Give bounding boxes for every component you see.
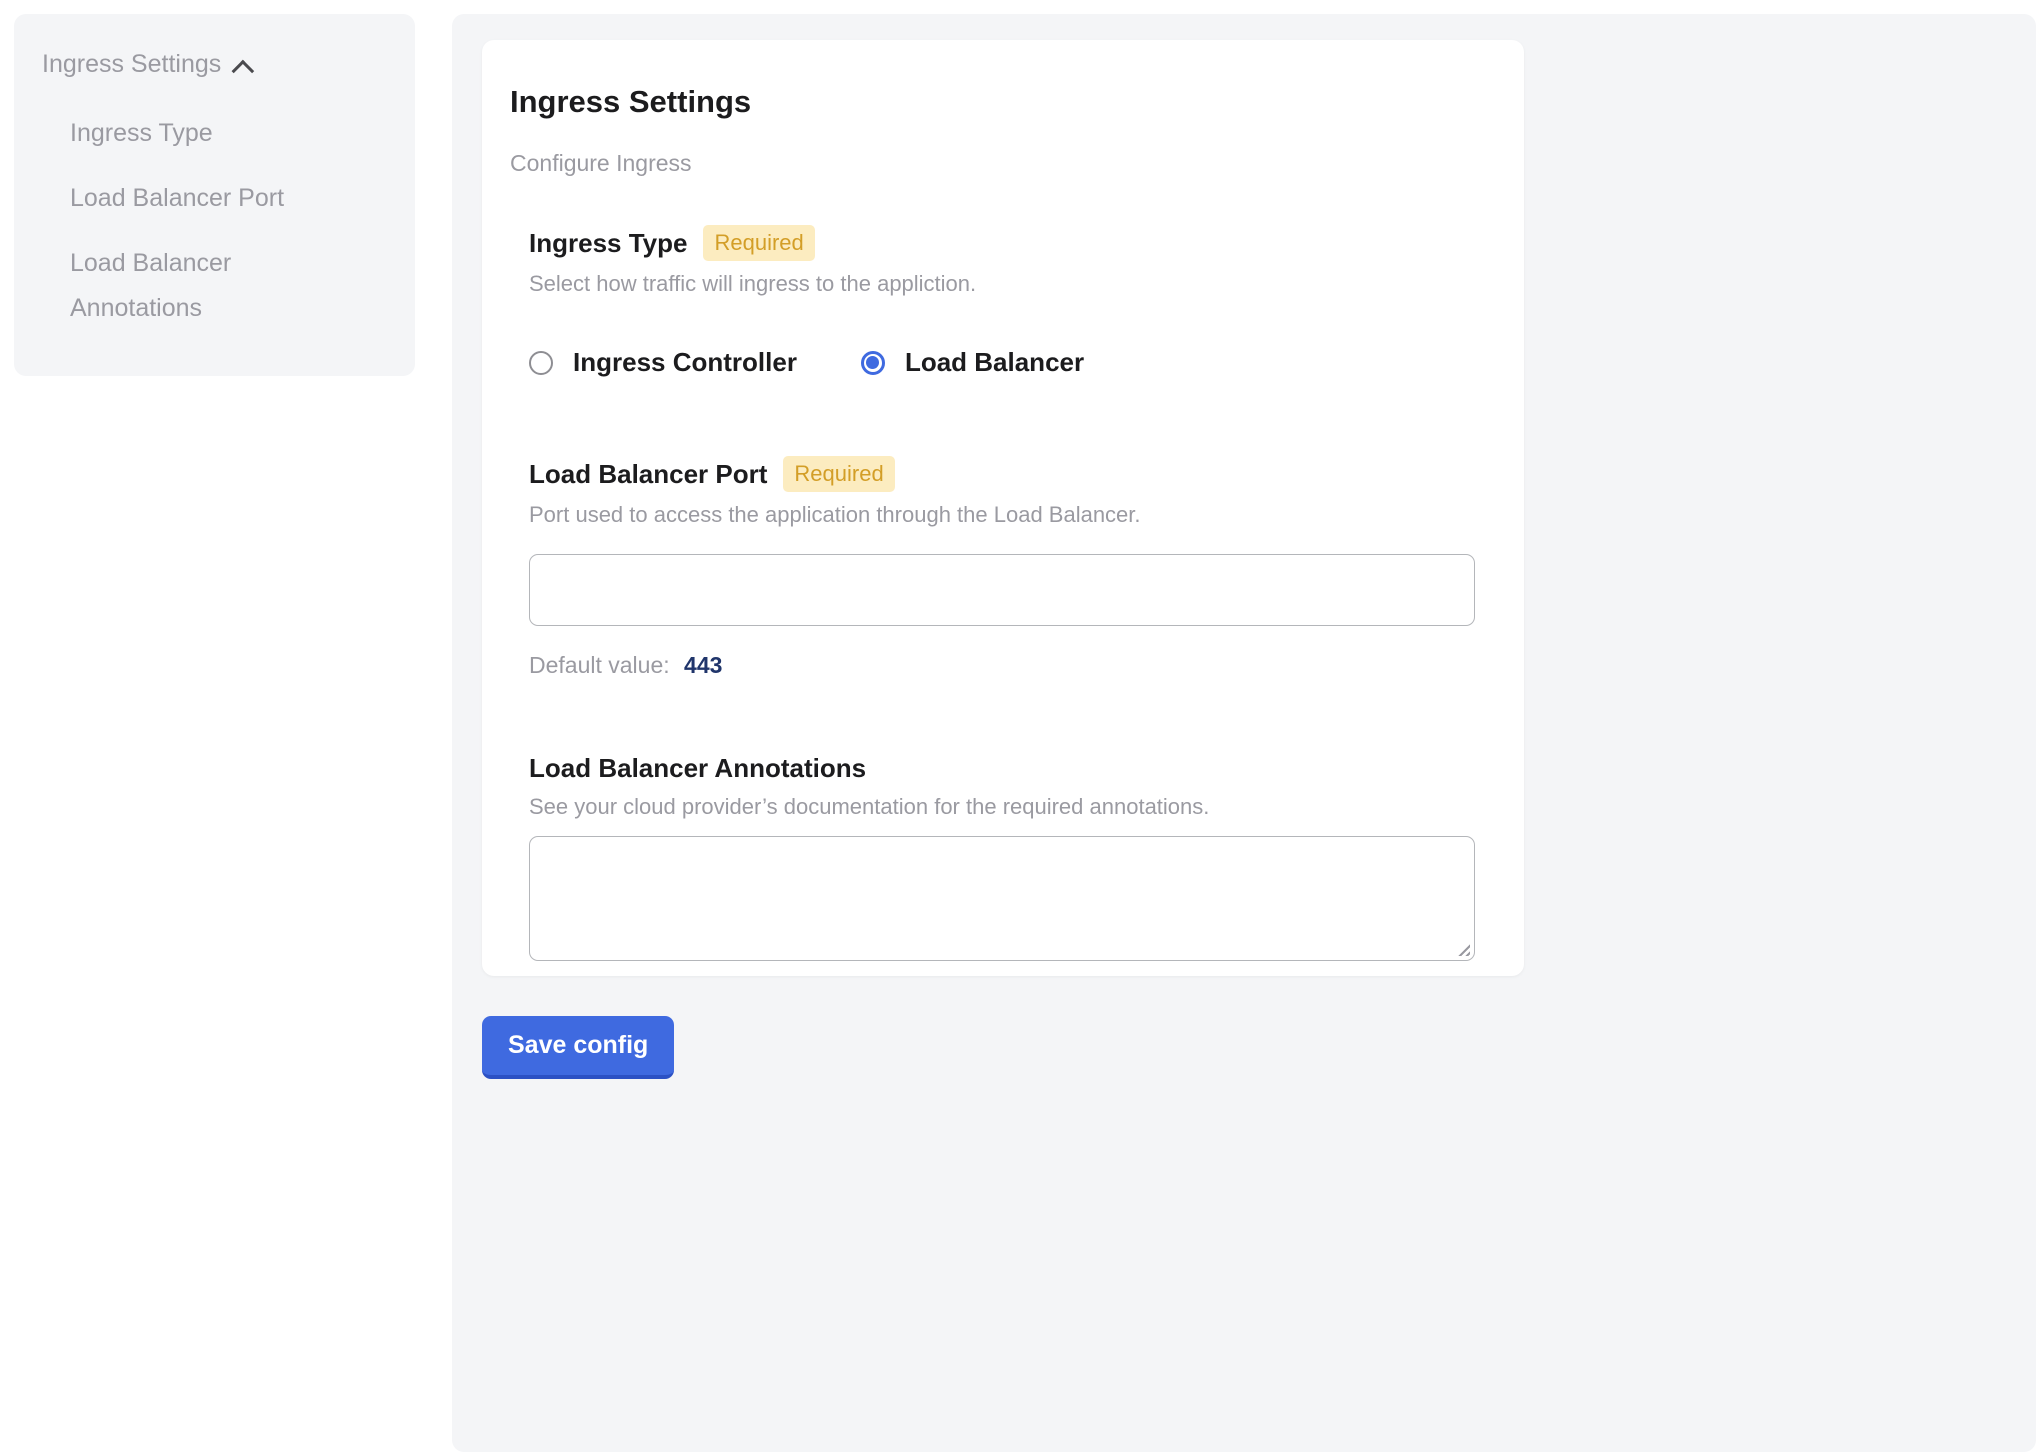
ingress-type-label: Ingress Type (529, 228, 687, 259)
sidebar-items: Ingress Type Load Balancer Port Load Bal… (70, 111, 350, 331)
load-balancer-annotations-field (529, 836, 1475, 961)
ingress-type-header: Ingress Type Required (529, 225, 1496, 261)
ingress-type-options: Ingress Controller Load Balancer (529, 347, 1496, 378)
settings-nav-sidebar: Ingress Settings Ingress Type Load Balan… (14, 14, 415, 376)
radio-label-load-balancer: Load Balancer (905, 347, 1084, 378)
radio-option-ingress-controller[interactable]: Ingress Controller (529, 347, 797, 378)
sidebar-item-load-balancer-annotations[interactable]: Load Balancer Annotations (70, 241, 350, 331)
content-panel: Ingress Settings Configure Ingress Ingre… (452, 14, 2036, 1452)
radio-icon[interactable] (861, 351, 885, 375)
load-balancer-annotations-description: See your cloud provider’s documentation … (529, 794, 1496, 820)
sidebar-section-label: Ingress Settings (42, 50, 221, 79)
sidebar-item-ingress-type[interactable]: Ingress Type (70, 111, 350, 156)
sidebar-section-ingress-settings[interactable]: Ingress Settings (42, 50, 387, 79)
sidebar-item-load-balancer-port[interactable]: Load Balancer Port (70, 176, 350, 221)
load-balancer-annotations-textarea[interactable] (529, 836, 1475, 961)
field-load-balancer-port: Load Balancer Port Required Port used to… (529, 456, 1496, 679)
radio-option-load-balancer[interactable]: Load Balancer (861, 347, 1084, 378)
radio-icon[interactable] (529, 351, 553, 375)
page-title: Ingress Settings (510, 84, 1496, 120)
page-subtitle: Configure Ingress (510, 150, 1496, 177)
default-value-row: Default value: 443 (529, 652, 1496, 679)
load-balancer-port-header: Load Balancer Port Required (529, 456, 1496, 492)
ingress-type-description: Select how traffic will ingress to the a… (529, 271, 1496, 297)
load-balancer-port-input[interactable] (529, 554, 1475, 626)
field-load-balancer-annotations: Load Balancer Annotations See your cloud… (529, 753, 1496, 961)
load-balancer-annotations-header: Load Balancer Annotations (529, 753, 1496, 784)
default-value: 443 (684, 652, 722, 678)
load-balancer-annotations-label: Load Balancer Annotations (529, 753, 866, 784)
required-badge: Required (783, 456, 894, 492)
ingress-settings-card: Ingress Settings Configure Ingress Ingre… (482, 40, 1524, 976)
chevron-up-icon (232, 59, 255, 82)
page: Ingress Settings Ingress Type Load Balan… (0, 0, 2036, 1452)
field-ingress-type: Ingress Type Required Select how traffic… (529, 225, 1496, 378)
load-balancer-port-description: Port used to access the application thro… (529, 502, 1496, 528)
required-badge: Required (703, 225, 814, 261)
default-value-label: Default value: (529, 652, 670, 678)
load-balancer-port-label: Load Balancer Port (529, 459, 767, 490)
radio-label-ingress-controller: Ingress Controller (573, 347, 797, 378)
save-config-button[interactable]: Save config (482, 1016, 674, 1079)
